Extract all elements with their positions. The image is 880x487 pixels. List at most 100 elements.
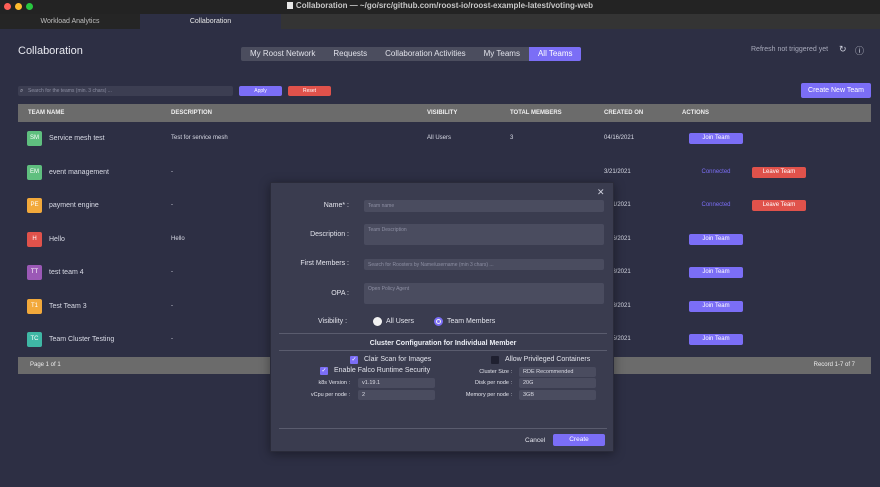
page-indicator: Page 1 of 1 xyxy=(30,362,61,368)
clair-scan-checkbox[interactable]: ✓ xyxy=(350,356,358,364)
first-members-field[interactable]: Search for Roosters by Name/username (mi… xyxy=(364,259,604,270)
opa-placeholder: Open Policy Agent xyxy=(368,286,410,292)
leave-team-button[interactable]: Leave Team xyxy=(752,200,806,211)
team-description: - xyxy=(171,302,173,309)
team-description: - xyxy=(171,168,173,175)
team-name[interactable]: Hello xyxy=(49,223,65,256)
visibility-team-members-label[interactable]: Team Members xyxy=(447,318,495,325)
column-total-members[interactable]: TOTAL MEMBERS xyxy=(510,104,562,122)
column-team-name[interactable]: TEAM NAME xyxy=(28,104,64,122)
subnav-my-roost-network[interactable]: My Roost Network xyxy=(241,47,324,61)
team-name[interactable]: Test Team 3 xyxy=(49,290,87,323)
clair-scan-label: Clair Scan for Images xyxy=(364,356,432,363)
privileged-containers-checkbox[interactable] xyxy=(491,356,499,364)
team-name[interactable]: Service mesh test xyxy=(49,122,105,155)
memory-per-node-select[interactable]: 3GB xyxy=(519,390,596,400)
team-avatar: EM xyxy=(27,164,42,180)
reset-button[interactable]: Reset xyxy=(288,86,331,96)
subnav-my-teams[interactable]: My Teams xyxy=(475,47,529,61)
column-visibility[interactable]: VISIBILITY xyxy=(427,104,457,122)
window-title: Collaboration — ~/go/src/github.com/roos… xyxy=(0,1,880,10)
search-icon: ⌕ xyxy=(20,88,24,94)
join-team-button[interactable]: Join Team xyxy=(689,233,743,245)
create-button[interactable]: Create xyxy=(553,434,605,446)
refresh-status: Refresh not triggered yet xyxy=(751,46,829,53)
subnav-collaboration-activities[interactable]: Collaboration Activities xyxy=(376,47,474,61)
close-icon[interactable]: ✕ xyxy=(597,187,605,198)
cluster-size-select[interactable]: RDE Recommended xyxy=(519,367,596,377)
k8s-version-select[interactable]: v1.19.1 xyxy=(358,378,435,388)
record-count: Record 1-7 of 7 xyxy=(813,362,855,368)
memory-per-node-label: Memory per node : xyxy=(465,392,512,398)
team-description: Hello xyxy=(171,235,185,242)
name-field[interactable]: Team name xyxy=(364,200,604,212)
visibility-label: Visibility : xyxy=(318,318,348,325)
team-created-on: 04/16/2021 xyxy=(604,135,635,141)
column-created-on[interactable]: CREATED ON xyxy=(604,104,643,122)
disk-per-node-label: Disk per node : xyxy=(475,380,512,386)
refresh-icon[interactable]: ↻ xyxy=(839,44,847,55)
team-avatar: SM xyxy=(27,131,42,146)
connected-status: Connected xyxy=(701,168,731,175)
privileged-containers-label: Allow Privileged Containers xyxy=(505,356,591,363)
team-description: - xyxy=(171,269,173,275)
vcpu-label: vCpu per node : xyxy=(310,392,350,398)
search-placeholder: Search for the teams (min. 3 chars) ... xyxy=(28,88,112,94)
team-description: Test for service mesh xyxy=(171,135,228,141)
first-members-label: First Members : xyxy=(300,260,349,267)
team-name[interactable]: Team Cluster Testing xyxy=(49,323,114,356)
document-icon xyxy=(286,2,293,9)
team-name[interactable]: test team 4 xyxy=(49,256,84,289)
column-description[interactable]: DESCRIPTION xyxy=(171,104,212,122)
cluster-size-label: Cluster Size : xyxy=(479,369,512,375)
subnav-all-teams[interactable]: All Teams xyxy=(528,47,582,61)
name-placeholder: Team name xyxy=(368,203,395,209)
description-label: Description : xyxy=(310,231,349,238)
vcpu-select[interactable]: 2 xyxy=(358,390,435,400)
tab-workload-analytics[interactable]: Workload Analytics xyxy=(0,14,140,29)
team-avatar: H xyxy=(27,231,42,247)
team-avatar: T1 xyxy=(27,298,42,314)
divider xyxy=(279,350,607,351)
search-input[interactable]: ⌕ Search for the teams (min. 3 chars) ..… xyxy=(18,86,233,96)
join-team-button[interactable]: Join Team xyxy=(689,334,743,345)
join-team-button[interactable]: Join Team xyxy=(689,300,743,312)
tab-collaboration[interactable]: Collaboration xyxy=(140,14,281,29)
leave-team-button[interactable]: Leave Team xyxy=(752,166,806,178)
visibility-all-users-radio[interactable] xyxy=(373,317,382,326)
app-tabbar: Workload Analytics Collaboration xyxy=(0,14,880,29)
team-avatar: PE xyxy=(27,198,42,213)
team-name[interactable]: payment engine xyxy=(49,189,99,222)
name-label: Name* : xyxy=(323,202,349,209)
tab-bar-empty xyxy=(281,14,880,29)
team-description: - xyxy=(171,202,173,208)
join-team-button[interactable]: Join Team xyxy=(689,133,743,144)
cancel-button[interactable]: Cancel xyxy=(525,437,545,444)
team-description: - xyxy=(171,336,173,342)
window-titlebar: Collaboration — ~/go/src/github.com/roos… xyxy=(0,0,880,14)
connected-status: Connected xyxy=(701,202,731,208)
help-icon[interactable]: ⓘ xyxy=(855,44,864,57)
page-title: Collaboration xyxy=(18,45,83,57)
disk-per-node-select[interactable]: 20G xyxy=(519,378,596,388)
create-new-team-button[interactable]: Create New Team xyxy=(801,83,871,98)
subnav-requests[interactable]: Requests xyxy=(324,47,376,61)
falco-label: Enable Falco Runtime Security xyxy=(334,367,431,374)
opa-label: OPA : xyxy=(331,290,349,297)
divider xyxy=(279,428,607,429)
join-team-button[interactable]: Join Team xyxy=(689,267,743,278)
subnav: My Roost Network Requests Collaboration … xyxy=(241,47,582,61)
visibility-team-members-radio[interactable] xyxy=(434,317,443,326)
table-header: TEAM NAME DESCRIPTION VISIBILITY TOTAL M… xyxy=(18,104,871,122)
description-placeholder: Team Description xyxy=(368,227,407,233)
description-field[interactable]: Team Description xyxy=(364,224,604,245)
apply-button[interactable]: Apply xyxy=(239,86,282,96)
team-avatar: TT xyxy=(27,265,42,280)
opa-field[interactable]: Open Policy Agent xyxy=(364,283,604,304)
team-name[interactable]: event management xyxy=(49,156,109,189)
team-members-count: 3 xyxy=(510,135,514,141)
first-members-placeholder: Search for Roosters by Name/username (mi… xyxy=(368,262,494,268)
collaboration-page: Collaboration My Roost Network Requests … xyxy=(0,29,880,487)
visibility-all-users-label[interactable]: All Users xyxy=(386,318,414,325)
falco-checkbox[interactable]: ✓ xyxy=(320,367,328,375)
